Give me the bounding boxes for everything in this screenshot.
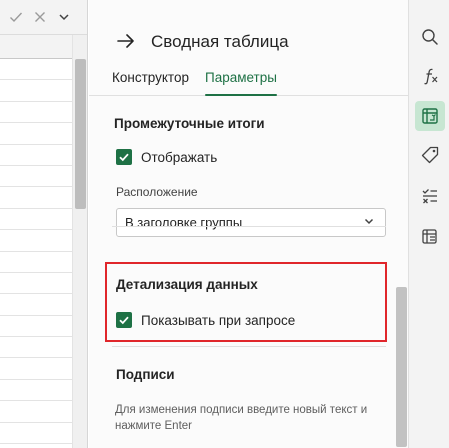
arrow-right-icon[interactable]	[115, 30, 137, 52]
search-icon[interactable]	[415, 22, 445, 52]
sheet-scrollbar[interactable]	[72, 35, 87, 448]
chevron-down-icon[interactable]	[54, 7, 74, 27]
grid-row[interactable]	[0, 59, 72, 81]
grid-row[interactable]	[0, 252, 72, 273]
column-header	[0, 35, 72, 59]
grid-row[interactable]	[0, 80, 72, 102]
pivot-table-pane: Сводная таблица Конструктор Параметры Пр…	[89, 0, 408, 448]
captions-help-text: Для изменения подписи введите новый текс…	[115, 404, 368, 432]
formula-bar	[0, 0, 87, 35]
show-subtotals-label: Отображать	[141, 149, 218, 165]
drilldown-section-title: Детализация данных	[116, 277, 258, 292]
grid-row[interactable]	[0, 209, 72, 231]
pane-title: Сводная таблица	[151, 32, 289, 51]
show-on-demand-label: Показывать при запросе	[141, 312, 296, 328]
highlight-frame	[105, 262, 387, 342]
table-formula-icon[interactable]	[415, 222, 445, 252]
pane-scrollbar[interactable]	[393, 97, 408, 448]
grid-row[interactable]	[0, 123, 72, 145]
grid-row[interactable]	[0, 401, 72, 423]
grid-row[interactable]	[0, 358, 72, 380]
chevron-down-icon	[363, 215, 375, 230]
grid-row[interactable]	[0, 145, 72, 166]
checkbox-checked-icon[interactable]	[116, 312, 132, 328]
pane-scrollbar-thumb[interactable]	[396, 287, 407, 447]
tab-parameters[interactable]: Параметры	[204, 70, 277, 96]
grid-row[interactable]	[0, 337, 72, 359]
check-icon[interactable]	[6, 7, 26, 27]
location-label: Расположение	[116, 185, 198, 199]
grid-row[interactable]	[0, 316, 72, 338]
pivot-table-icon[interactable]	[415, 101, 445, 131]
grid-row[interactable]	[0, 423, 72, 445]
grid-row[interactable]	[0, 380, 72, 402]
location-dropdown-value: В заголовке группы	[125, 215, 243, 230]
checkbox-checked-icon[interactable]	[116, 149, 132, 165]
sheet-scrollbar-thumb[interactable]	[75, 59, 86, 209]
grid-row[interactable]	[0, 187, 72, 209]
side-rail	[408, 0, 449, 448]
location-dropdown[interactable]: В заголовке группы	[116, 208, 386, 237]
section-divider	[112, 346, 386, 347]
pane-tabs: Конструктор Параметры	[112, 70, 277, 96]
grid-row[interactable]	[0, 230, 72, 252]
grid-row[interactable]	[0, 166, 72, 188]
grid-row[interactable]	[0, 294, 72, 316]
close-icon[interactable]	[30, 7, 50, 27]
show-subtotals-checkbox[interactable]: Отображать	[116, 149, 217, 165]
subtotals-section-title: Промежуточные итоги	[114, 116, 265, 131]
pane-header: Сводная таблица Конструктор Параметры	[89, 0, 408, 96]
pane-body: Промежуточные итоги Отображать Расположе…	[89, 97, 393, 448]
tag-icon[interactable]	[415, 140, 445, 170]
sheet-grid[interactable]	[0, 59, 72, 448]
function-icon[interactable]	[415, 61, 445, 91]
spreadsheet-area	[0, 0, 88, 448]
show-on-demand-checkbox[interactable]: Показывать при запросе	[116, 312, 295, 328]
grid-row[interactable]	[0, 102, 72, 124]
tab-constructor[interactable]: Конструктор	[112, 70, 189, 91]
check-list-icon[interactable]	[415, 181, 445, 211]
grid-row[interactable]	[0, 273, 72, 295]
section-divider	[112, 226, 386, 227]
captions-section-title: Подписи	[116, 367, 175, 382]
